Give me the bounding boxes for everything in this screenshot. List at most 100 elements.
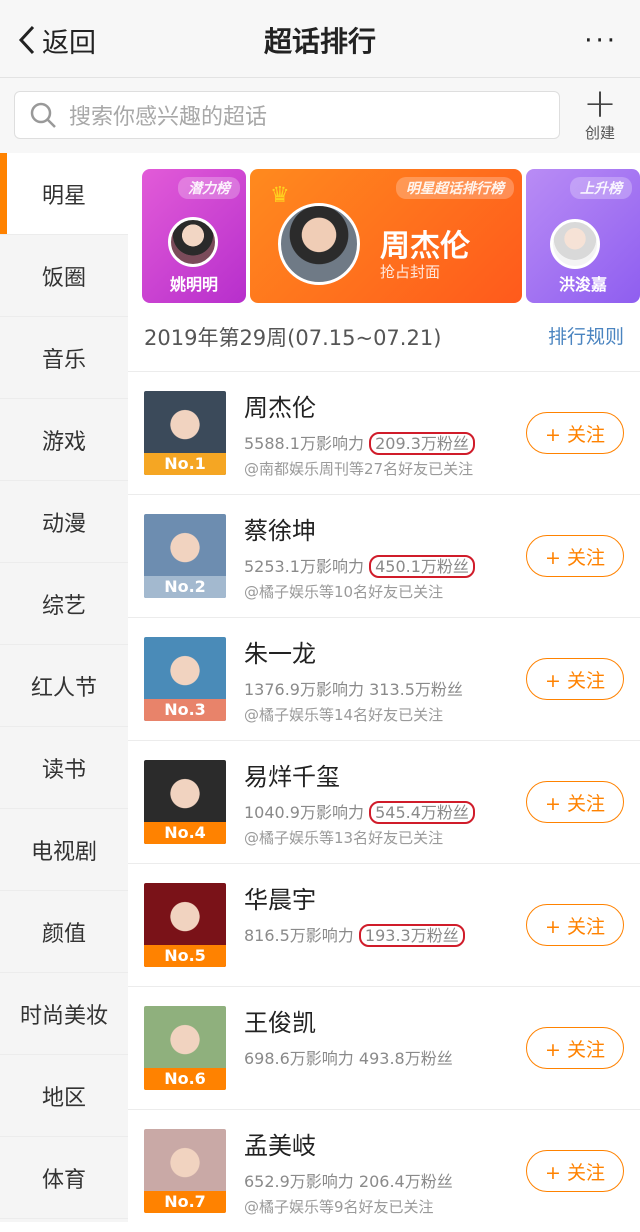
sidebar-item[interactable]: 读书 <box>0 727 128 809</box>
follow-button[interactable]: + 关注 <box>526 535 624 577</box>
ranking-content: 潜力榜 姚明明 明星超话排行榜 ♛ 周杰伦 抢占封面 上升榜 洪浚嘉 2019年… <box>128 153 640 1222</box>
follow-button[interactable]: + 关注 <box>526 1150 624 1192</box>
crown-icon: ♛ <box>270 183 290 208</box>
follow-button[interactable]: + 关注 <box>526 781 624 823</box>
rank-list: No.1 周杰伦 5588.1万影响力 209.3万粉丝 @南都娱乐周刊等27名好友已… <box>128 371 640 1232</box>
create-label: 创建 <box>584 124 615 142</box>
banner-tag: 潜力榜 <box>178 177 240 199</box>
more-icon[interactable]: ··· <box>584 26 618 56</box>
star-ranking-banner[interactable]: 明星超话排行榜 ♛ 周杰伦 抢占封面 <box>250 169 522 303</box>
influence-count: 5588.1万影响力 <box>244 434 364 453</box>
rank-badge: No.6 <box>144 1068 226 1090</box>
sidebar-item[interactable]: 电视剧 <box>0 809 128 891</box>
avatar: No.5 <box>144 883 226 967</box>
star-name: 朱一龙 <box>244 640 316 668</box>
banner-tag: 明星超话排行榜 <box>396 177 514 199</box>
rank-item[interactable]: No.3 朱一龙 1376.9万影响力 313.5万粉丝 @橘子娱乐等14名好友已关注… <box>128 617 640 740</box>
fans-count: 193.3万粉丝 <box>358 924 465 947</box>
search-placeholder: 搜索你感兴趣的超话 <box>69 105 268 130</box>
star-name: 易烊千玺 <box>244 763 340 791</box>
star-stats: 816.5万影响力 193.3万粉丝 <box>244 922 465 947</box>
banner-name: 洪浚嘉 <box>558 275 607 294</box>
plus-icon: + <box>583 81 617 127</box>
page-title: 超话排行 <box>263 25 376 58</box>
rank-badge: No.3 <box>144 699 226 721</box>
sidebar-item[interactable]: 综艺 <box>0 563 128 645</box>
star-name: 王俊凯 <box>244 1009 316 1037</box>
sidebar-item[interactable]: 动漫 <box>0 481 128 563</box>
rank-badge: No.2 <box>144 576 226 598</box>
sidebar-item[interactable]: 明星 <box>0 153 128 235</box>
star-name: 华晨宇 <box>244 886 316 914</box>
friends-following: @橘子娱乐等10名好友已关注 <box>244 583 444 601</box>
ranking-rules-link[interactable]: 排行规则 <box>548 322 624 349</box>
banner-subtitle: 抢占封面 <box>380 263 441 281</box>
star-stats: 698.6万影响力 493.8万粉丝 <box>244 1045 453 1069</box>
influence-count: 5253.1万影响力 <box>244 557 364 576</box>
influence-count: 1040.9万影响力 <box>244 803 364 822</box>
sidebar-item[interactable]: 音乐 <box>0 317 128 399</box>
follow-button[interactable]: + 关注 <box>526 658 624 700</box>
sidebar-item[interactable]: 颜值 <box>0 891 128 973</box>
friends-following: @橘子娱乐等9名好友已关注 <box>244 1198 434 1216</box>
rank-badge: No.1 <box>144 453 226 475</box>
influence-count: 816.5万影响力 <box>244 926 354 945</box>
create-button[interactable]: + 创建 <box>574 84 626 143</box>
avatar <box>550 219 600 269</box>
star-stats: 5253.1万影响力 450.1万粉丝 <box>244 553 475 578</box>
sidebar-item[interactable]: 时尚美妆 <box>0 973 128 1055</box>
week-row: 2019年第29周(07.15~07.21) 排行规则 <box>128 318 640 360</box>
avatar: No.6 <box>144 1006 226 1090</box>
avatar: No.7 <box>144 1129 226 1213</box>
sidebar-item[interactable]: 饭圈 <box>0 235 128 317</box>
friends-following: @南都娱乐周刊等27名好友已关注 <box>244 460 474 478</box>
rank-badge: No.5 <box>144 945 226 967</box>
rank-item[interactable]: No.7 孟美岐 652.9万影响力 206.4万粉丝 @橘子娱乐等9名好友已关注 + … <box>128 1109 640 1232</box>
sidebar-item[interactable]: 红人节 <box>0 645 128 727</box>
fans-count: 206.4万粉丝 <box>358 1172 453 1191</box>
influence-count: 652.9万影响力 <box>244 1172 354 1191</box>
avatar: No.3 <box>144 637 226 721</box>
search-input[interactable]: 搜索你感兴趣的超话 <box>14 91 560 139</box>
rank-item[interactable]: No.5 华晨宇 816.5万影响力 193.3万粉丝 + 关注 <box>128 863 640 986</box>
banner-name: 周杰伦 <box>380 229 470 264</box>
banner-tag: 上升榜 <box>570 177 632 199</box>
search-bar: 搜索你感兴趣的超话 + 创建 <box>0 78 640 153</box>
rank-badge: No.4 <box>144 822 226 844</box>
avatar: No.4 <box>144 760 226 844</box>
top-nav-bar: 返回 超话排行 ··· <box>0 0 640 78</box>
star-stats: 1376.9万影响力 313.5万粉丝 <box>244 676 463 700</box>
fans-count: 209.3万粉丝 <box>369 432 475 455</box>
influence-count: 1376.9万影响力 <box>244 680 364 699</box>
star-stats: 652.9万影响力 206.4万粉丝 <box>244 1168 453 1192</box>
fans-count: 313.5万粉丝 <box>369 680 463 699</box>
rising-list-banner[interactable]: 上升榜 洪浚嘉 <box>526 169 640 303</box>
fans-count: 493.8万粉丝 <box>358 1049 453 1068</box>
avatar <box>168 217 218 267</box>
fans-count: 450.1万粉丝 <box>369 555 475 578</box>
avatar <box>278 203 360 285</box>
follow-button[interactable]: + 关注 <box>526 1027 624 1069</box>
friends-following: @橘子娱乐等14名好友已关注 <box>244 706 444 724</box>
star-name: 孟美岐 <box>244 1132 316 1160</box>
avatar: No.2 <box>144 514 226 598</box>
rank-badge: No.7 <box>144 1191 226 1213</box>
rank-item[interactable]: No.4 易烊千玺 1040.9万影响力 545.4万粉丝 @橘子娱乐等13名好友已关… <box>128 740 640 863</box>
week-label: 2019年第29周(07.15~07.21) <box>144 326 442 350</box>
friends-following: @橘子娱乐等13名好友已关注 <box>244 829 444 847</box>
fans-count: 545.4万粉丝 <box>369 801 475 824</box>
avatar: No.1 <box>144 391 226 475</box>
rank-item[interactable]: No.1 周杰伦 5588.1万影响力 209.3万粉丝 @南都娱乐周刊等27名好友已… <box>128 371 640 494</box>
follow-button[interactable]: + 关注 <box>526 412 624 454</box>
star-stats: 1040.9万影响力 545.4万粉丝 <box>244 799 475 824</box>
sidebar-item[interactable]: 地区 <box>0 1055 128 1137</box>
follow-button[interactable]: + 关注 <box>526 904 624 946</box>
rank-item[interactable]: No.6 王俊凯 698.6万影响力 493.8万粉丝 + 关注 <box>128 986 640 1109</box>
potential-list-banner[interactable]: 潜力榜 姚明明 <box>142 169 246 303</box>
sidebar-item[interactable]: 体育 <box>0 1137 128 1219</box>
banner-name: 姚明明 <box>169 275 218 294</box>
search-icon <box>30 102 56 128</box>
rank-item[interactable]: No.2 蔡徐坤 5253.1万影响力 450.1万粉丝 @橘子娱乐等10名好友已关注… <box>128 494 640 617</box>
sidebar-item[interactable]: 游戏 <box>0 399 128 481</box>
category-sidebar: 明星 饭圈 音乐 游戏 动漫 综艺 红人节 读书 电视剧 颜值 时尚美妆 地区 体育 <box>0 153 128 1222</box>
